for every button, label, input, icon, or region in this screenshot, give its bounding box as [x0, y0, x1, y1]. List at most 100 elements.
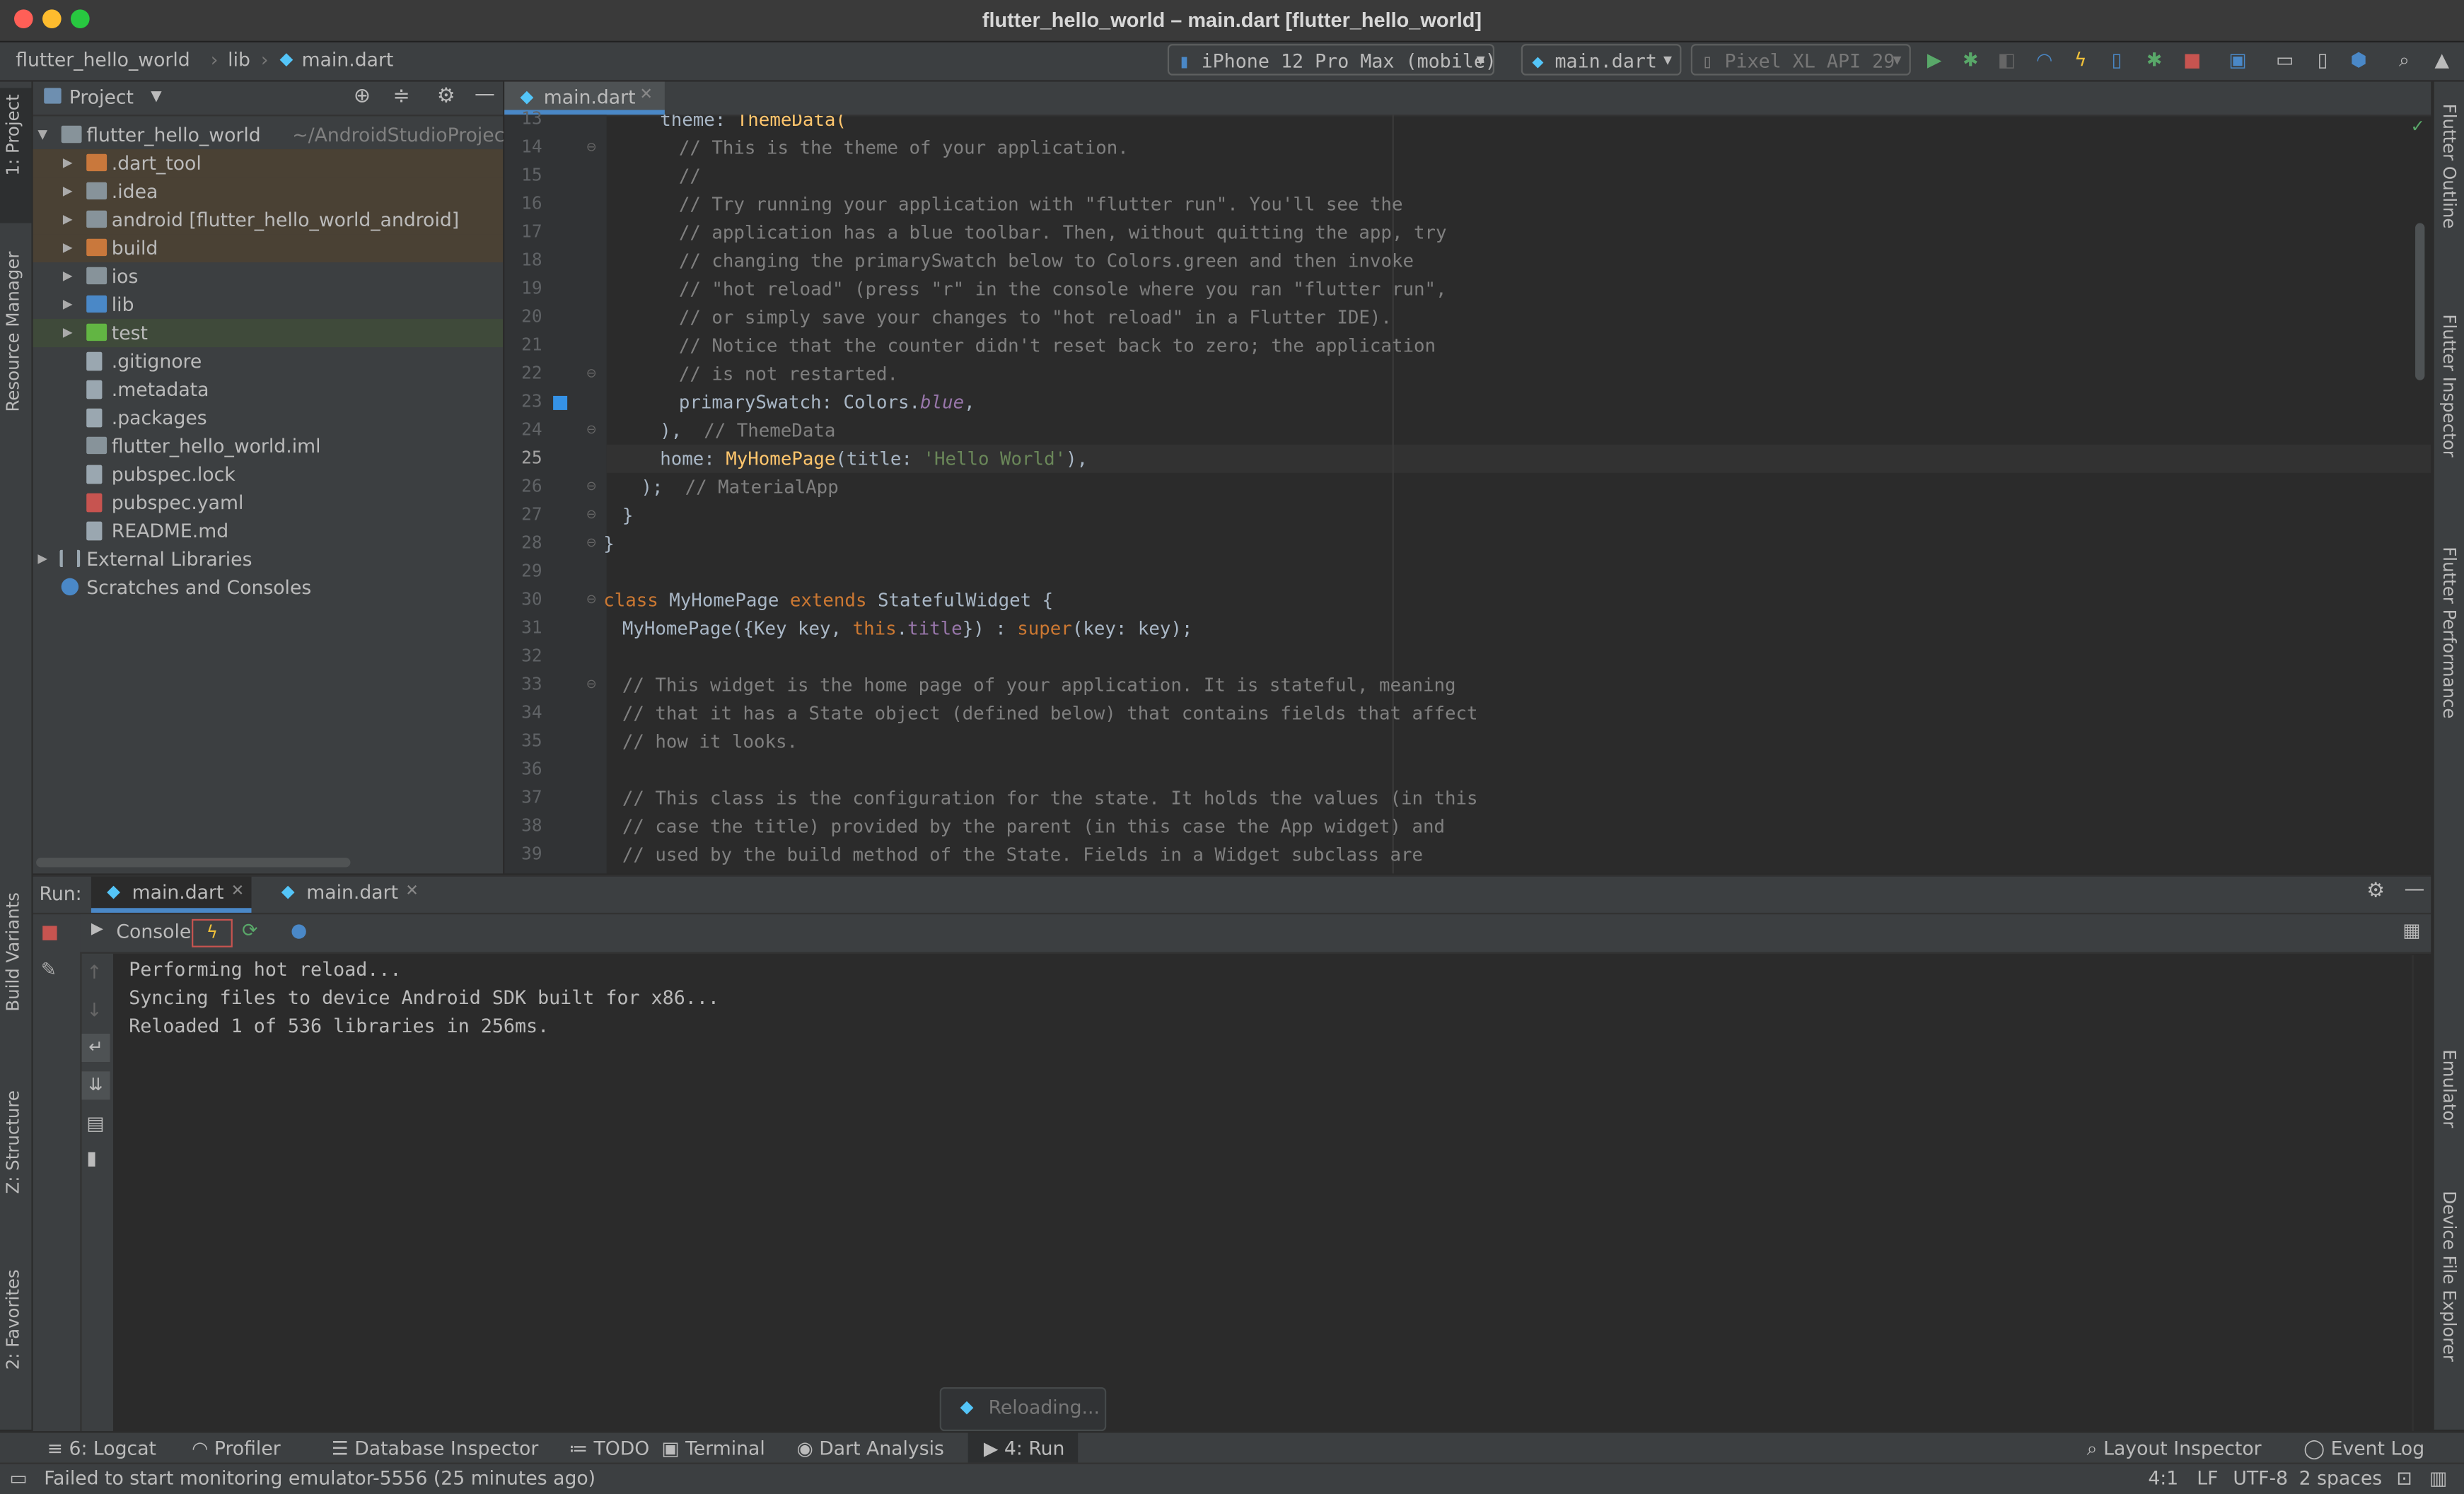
debug-icon[interactable]: ✱: [1960, 49, 1982, 71]
search-icon[interactable]: ⌕: [2393, 49, 2415, 71]
tab-flutter-performance[interactable]: Flutter Performance: [2439, 547, 2459, 718]
hot-reload-icon[interactable]: ϟ: [192, 918, 233, 947]
down-icon[interactable]: ↓: [86, 999, 102, 1021]
chevron-down-icon[interactable]: ▼: [37, 121, 47, 149]
tree-item-pubspec-yaml[interactable]: pubspec.yaml: [33, 489, 503, 517]
console-scrollbar[interactable]: [2412, 955, 2430, 1432]
hot-reload-icon[interactable]: ϟ: [2069, 49, 2091, 71]
tree-item-external-libraries[interactable]: ▶ External Libraries: [33, 545, 503, 573]
tool-database-inspector[interactable]: ☰ Database Inspector: [332, 1437, 538, 1459]
tool-run[interactable]: ▶ 4: Run: [984, 1437, 1065, 1459]
chevron-right-icon[interactable]: ▶: [37, 545, 47, 573]
sdk-manager-icon[interactable]: ⬢: [2348, 49, 2370, 71]
file-encoding[interactable]: UTF-8: [2233, 1467, 2288, 1489]
pin-icon[interactable]: ✎: [41, 958, 57, 980]
chevron-right-icon[interactable]: ▶: [63, 234, 73, 262]
tab-structure[interactable]: Z: Structure: [3, 1090, 23, 1194]
tree-item-test[interactable]: ▶ test: [33, 319, 504, 348]
memory-icon[interactable]: ▥: [2429, 1467, 2447, 1489]
chevron-right-icon[interactable]: ▶: [63, 206, 73, 234]
layout-icon[interactable]: ▦: [2402, 919, 2420, 941]
tab-favorites[interactable]: 2: Favorites: [3, 1269, 23, 1370]
apply-changes-icon[interactable]: ▯: [2105, 49, 2127, 71]
chevron-right-icon[interactable]: ▶: [63, 319, 73, 347]
tree-item-dart-tool[interactable]: ▶ .dart_tool: [33, 149, 504, 178]
fold-icon[interactable]: ⊖: [586, 536, 597, 550]
tree-item-android[interactable]: ▶ android [flutter_hello_world_android]: [33, 206, 504, 235]
hot-restart-icon[interactable]: ⟳: [242, 919, 257, 941]
devtools-icon[interactable]: ●: [291, 919, 307, 941]
tool-terminal[interactable]: ▣ Terminal: [661, 1437, 765, 1459]
tab-project[interactable]: 1: Project: [3, 94, 23, 175]
horizontal-scrollbar[interactable]: [36, 858, 351, 868]
dropdown-arrow-icon[interactable]: ▼: [151, 90, 161, 105]
tree-item-scratches[interactable]: Scratches and Consoles: [33, 573, 503, 602]
tab-emulator[interactable]: Emulator: [2439, 1049, 2459, 1128]
checkmark-icon[interactable]: ✓: [2410, 116, 2424, 136]
sync-project-icon[interactable]: ▣: [2226, 49, 2248, 71]
color-swatch-icon[interactable]: [553, 395, 568, 410]
run-config-selector[interactable]: ◆ main.dart ▼: [1521, 44, 1682, 76]
close-icon[interactable]: ✕: [639, 86, 653, 103]
scroll-to-end-icon[interactable]: ⇊: [81, 1071, 110, 1100]
breadcrumb-file[interactable]: main.dart: [302, 49, 394, 71]
tab-device-file-explorer[interactable]: Device File Explorer: [2439, 1191, 2459, 1362]
tab-resource-manager[interactable]: Resource Manager: [3, 252, 23, 412]
tree-item-pubspec-lock[interactable]: pubspec.lock: [33, 460, 503, 489]
tree-item-build[interactable]: ▶ build: [33, 234, 504, 263]
tab-console[interactable]: Console: [116, 921, 191, 942]
tool-profiler[interactable]: ◠ Profiler: [192, 1437, 281, 1459]
tool-layout-inspector[interactable]: ⌕ Layout Inspector: [2087, 1437, 2262, 1461]
coverage-icon[interactable]: ◧: [1996, 49, 2018, 71]
fold-icon[interactable]: ⊖: [586, 508, 597, 522]
fold-icon[interactable]: ⊖: [586, 479, 597, 494]
tool-todo[interactable]: ≔ TODO: [569, 1437, 649, 1459]
attach-debugger-icon[interactable]: ✱: [2144, 49, 2166, 71]
tree-item-idea[interactable]: ▶ .idea: [33, 177, 504, 206]
tab-build-variants[interactable]: Build Variants: [3, 892, 23, 1012]
caret-position[interactable]: 4:1: [2148, 1467, 2178, 1489]
gear-icon[interactable]: ⚙: [2366, 880, 2385, 903]
chevron-right-icon[interactable]: ▶: [63, 149, 73, 177]
run-tab-2[interactable]: ◆ main.dart ✕: [266, 877, 426, 913]
tree-item-root[interactable]: ▼ flutter_hello_world ~/AndroidStudioPro…: [33, 121, 504, 149]
gear-icon[interactable]: ⚙: [437, 85, 455, 108]
avd-manager-icon[interactable]: ▯: [2311, 49, 2333, 71]
tab-flutter-inspector[interactable]: Flutter Inspector: [2439, 314, 2459, 457]
stop-icon[interactable]: ■: [41, 921, 59, 942]
tree-item-iml[interactable]: flutter_hello_world.iml: [33, 432, 503, 460]
fold-icon[interactable]: ⊖: [586, 593, 597, 607]
vertical-scrollbar[interactable]: [2415, 223, 2425, 380]
tree-item-gitignore[interactable]: .gitignore: [33, 347, 503, 375]
print-icon[interactable]: ▤: [86, 1112, 104, 1134]
chevron-right-icon[interactable]: ▶: [63, 177, 73, 206]
device-selector[interactable]: ▮ iPhone 12 Pro Max (mobile) ▼: [1167, 44, 1497, 76]
hide-panel-icon[interactable]: —: [475, 83, 495, 107]
status-message[interactable]: Failed to start monitoring emulator-5556…: [44, 1467, 595, 1489]
code-area[interactable]: theme: ThemeData( // This is the theme o…: [602, 115, 2409, 873]
tool-dart-analysis[interactable]: ◉ Dart Analysis: [797, 1437, 944, 1459]
run-tab-1[interactable]: ◆ main.dart ✕: [91, 876, 252, 913]
close-icon[interactable]: ✕: [405, 883, 419, 900]
line-separator[interactable]: LF: [2197, 1467, 2218, 1489]
hide-panel-icon[interactable]: —: [2405, 878, 2425, 901]
tool-event-log[interactable]: ◯ Event Log: [2303, 1437, 2424, 1459]
tab-flutter-outline[interactable]: Flutter Outline: [2439, 104, 2459, 229]
project-structure-icon[interactable]: ▭: [2274, 49, 2296, 71]
tree-item-lib[interactable]: ▶ lib: [33, 291, 503, 319]
lock-icon[interactable]: ⊡: [2396, 1467, 2412, 1489]
status-window-icon[interactable]: ▭: [9, 1467, 27, 1489]
chevron-right-icon[interactable]: ▶: [63, 291, 73, 319]
indent-setting[interactable]: 2 spaces: [2299, 1467, 2383, 1489]
up-icon[interactable]: ↑: [86, 962, 102, 984]
stop-icon[interactable]: ■: [2181, 49, 2203, 71]
collapse-all-icon[interactable]: ≑: [393, 85, 409, 108]
tree-item-packages[interactable]: .packages: [33, 404, 503, 432]
tool-logcat[interactable]: ≡ 6: Logcat: [47, 1437, 156, 1459]
profile-icon[interactable]: ◠: [2033, 49, 2055, 71]
user-icon[interactable]: ▲: [2431, 49, 2453, 71]
close-icon[interactable]: ✕: [231, 883, 245, 900]
trash-icon[interactable]: ▮: [86, 1147, 97, 1169]
fold-icon[interactable]: ⊖: [586, 140, 597, 154]
fold-icon[interactable]: ⊖: [586, 366, 597, 380]
